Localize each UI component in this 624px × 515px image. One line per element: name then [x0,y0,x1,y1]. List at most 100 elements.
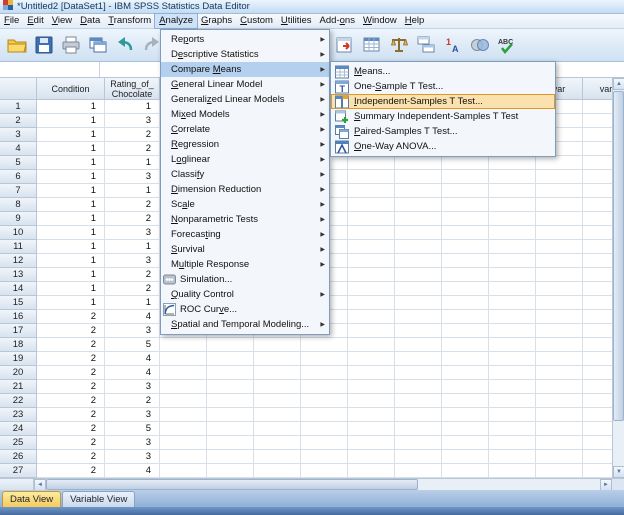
empty-cell[interactable] [160,352,207,366]
row-number-cell[interactable]: 12 [0,254,37,268]
condition-cell[interactable]: 2 [37,352,105,366]
empty-cell[interactable] [489,296,536,310]
empty-cell[interactable] [395,282,442,296]
empty-cell[interactable] [348,296,395,310]
row-number-cell[interactable]: 19 [0,352,37,366]
submenu-item-summary-independent-samples-t-test[interactable]: Summary Independent-Samples T Test [331,109,555,124]
empty-cell[interactable] [348,268,395,282]
empty-cell[interactable] [442,198,489,212]
row-number-cell[interactable]: 23 [0,408,37,422]
empty-cell[interactable] [442,352,489,366]
row-number-cell[interactable]: 9 [0,212,37,226]
rating-cell[interactable]: 1 [105,156,160,170]
empty-cell[interactable] [395,366,442,380]
condition-cell[interactable]: 1 [37,212,105,226]
empty-cell[interactable] [207,436,254,450]
empty-cell[interactable] [395,450,442,464]
condition-cell[interactable]: 1 [37,282,105,296]
empty-cell[interactable] [301,436,348,450]
empty-cell[interactable] [536,422,583,436]
submenu-item-independent-samples-t-test[interactable]: Independent-Samples T Test... [331,94,555,109]
row-number-cell[interactable]: 10 [0,226,37,240]
rating-cell[interactable]: 3 [105,450,160,464]
empty-cell[interactable] [160,436,207,450]
empty-cell[interactable] [254,408,301,422]
empty-cell[interactable] [442,380,489,394]
menu-item-loglinear[interactable]: Loglinear ▶ [161,152,329,167]
rating-cell[interactable]: 4 [105,366,160,380]
condition-cell[interactable]: 2 [37,464,105,478]
empty-cell[interactable] [395,464,442,478]
empty-cell[interactable] [583,352,612,366]
empty-cell[interactable] [442,184,489,198]
empty-cell[interactable] [395,436,442,450]
empty-cell[interactable] [442,408,489,422]
row-number-cell[interactable]: 13 [0,268,37,282]
empty-cell[interactable] [254,366,301,380]
condition-cell[interactable]: 2 [37,380,105,394]
empty-cell[interactable] [207,464,254,478]
menu-item-roc-curve[interactable]: ROC Curve... [161,302,329,317]
empty-cell[interactable] [583,380,612,394]
empty-cell[interactable] [583,394,612,408]
empty-cell[interactable] [583,226,612,240]
empty-cell[interactable] [489,324,536,338]
empty-cell[interactable] [583,450,612,464]
empty-cell[interactable] [395,240,442,254]
empty-cell[interactable] [442,422,489,436]
empty-cell[interactable] [254,394,301,408]
condition-cell[interactable]: 1 [37,240,105,254]
rating-cell[interactable]: 2 [105,198,160,212]
empty-cell[interactable] [583,212,612,226]
empty-cell[interactable] [536,310,583,324]
empty-cell[interactable] [395,226,442,240]
condition-cell[interactable]: 1 [37,114,105,128]
row-number-cell[interactable]: 1 [0,100,37,114]
empty-cell[interactable] [489,212,536,226]
empty-cell[interactable] [348,394,395,408]
empty-cell[interactable] [442,464,489,478]
empty-cell[interactable] [395,408,442,422]
empty-cell[interactable] [301,422,348,436]
empty-cell[interactable] [583,114,612,128]
empty-cell[interactable] [489,394,536,408]
empty-cell[interactable] [442,324,489,338]
empty-cell[interactable] [395,324,442,338]
menu-item-dimension-reduction[interactable]: Dimension Reduction ▶ [161,182,329,197]
condition-cell[interactable]: 2 [37,324,105,338]
menu-item-mixed-models[interactable]: Mixed Models ▶ [161,107,329,122]
empty-cell[interactable] [489,268,536,282]
empty-cell[interactable] [207,338,254,352]
empty-cell[interactable] [348,310,395,324]
menu-item-classify[interactable]: Classify ▶ [161,167,329,182]
empty-cell[interactable] [348,338,395,352]
condition-cell[interactable]: 2 [37,394,105,408]
menubar-item-add-ons[interactable]: Add-ons [316,14,359,28]
menubar-item-help[interactable]: Help [401,14,429,28]
rating-cell[interactable]: 3 [105,380,160,394]
empty-cell[interactable] [348,408,395,422]
empty-cell[interactable] [160,408,207,422]
horizontal-scrollbar[interactable]: ◄ ► [0,478,624,491]
menubar-item-data[interactable]: Data [76,14,104,28]
empty-cell[interactable] [536,184,583,198]
condition-cell[interactable]: 1 [37,198,105,212]
menubar-item-analyze[interactable]: Analyze [154,13,198,29]
rating-cell[interactable]: 3 [105,226,160,240]
rating-cell[interactable]: 4 [105,310,160,324]
submenu-item-one-way-anova[interactable]: One-Way ANOVA... [331,139,555,154]
empty-cell[interactable] [583,184,612,198]
condition-cell[interactable]: 2 [37,408,105,422]
horizontal-scroll-track[interactable] [418,479,600,490]
empty-cell[interactable] [536,380,583,394]
empty-cell[interactable] [348,282,395,296]
menu-item-simulation[interactable]: Simulation... [161,272,329,287]
empty-cell[interactable] [536,324,583,338]
empty-cell[interactable] [348,324,395,338]
empty-cell[interactable] [348,464,395,478]
row-number-cell[interactable]: 7 [0,184,37,198]
empty-cell[interactable] [583,310,612,324]
row-number-cell[interactable]: 16 [0,310,37,324]
empty-cell[interactable] [583,338,612,352]
menubar-item-file[interactable]: File [0,14,23,28]
